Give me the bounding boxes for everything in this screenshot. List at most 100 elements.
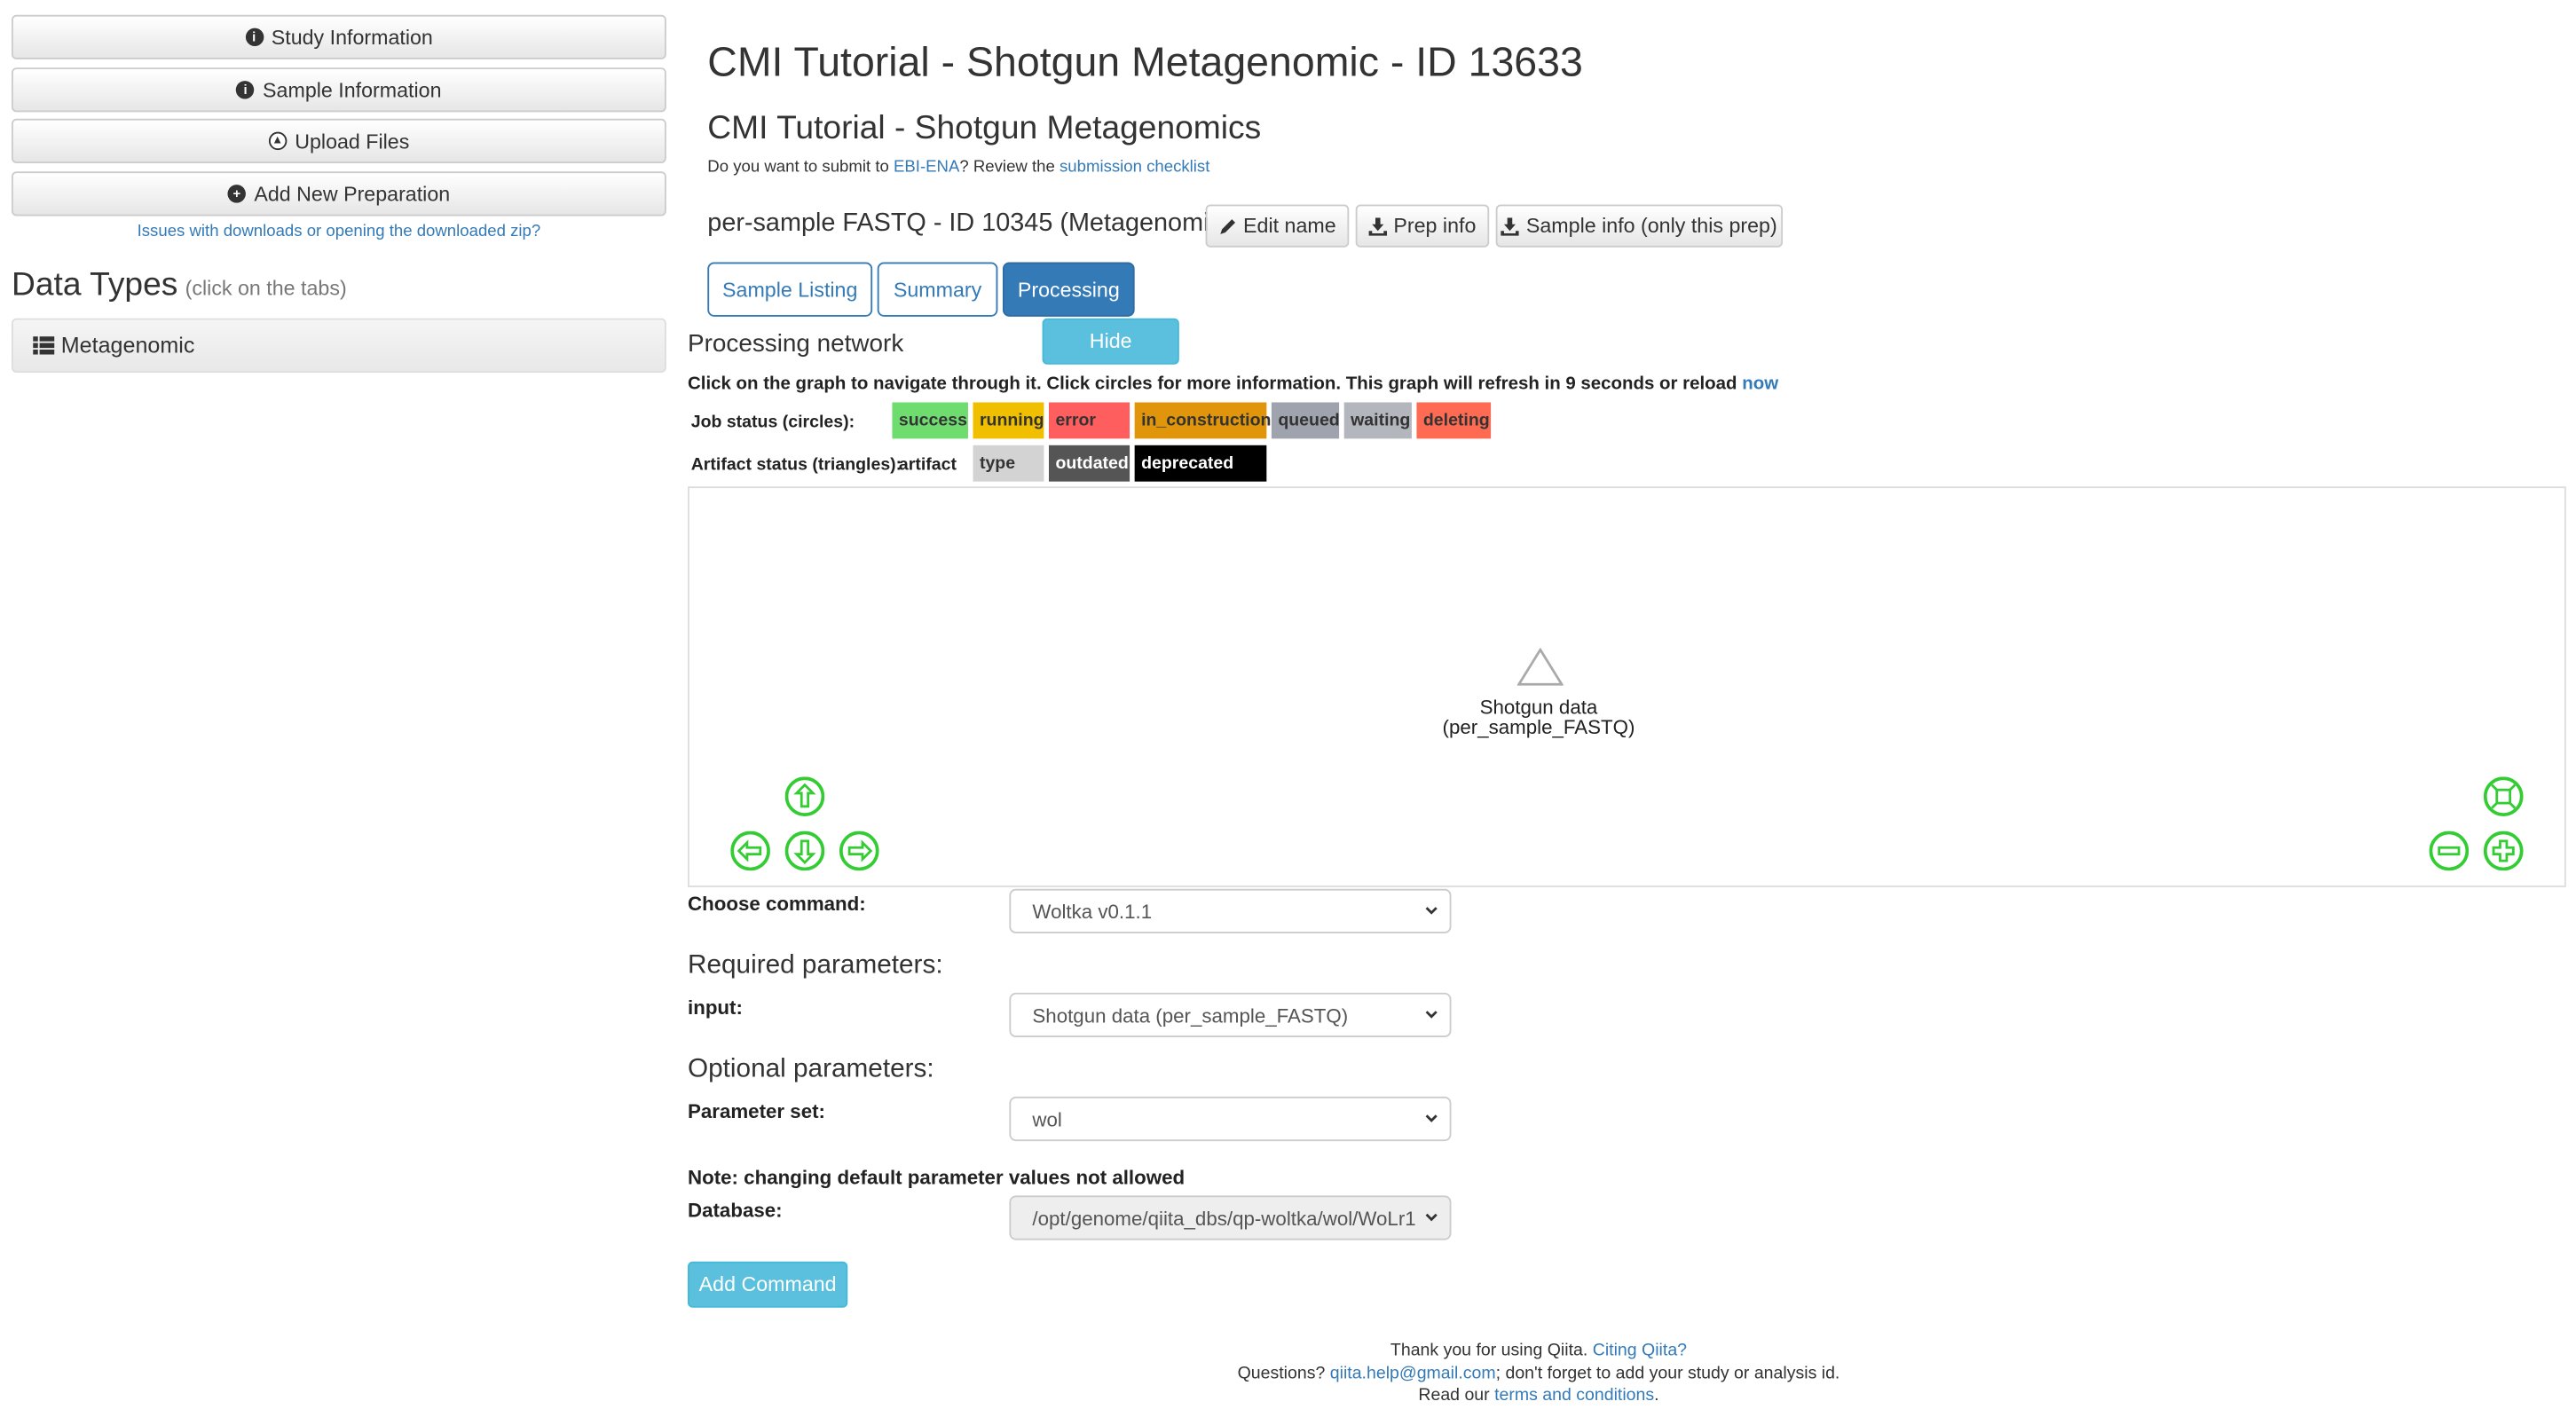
page-title: CMI Tutorial - Shotgun Metagenomic - ID … bbox=[707, 39, 1583, 86]
processing-graph[interactable]: Shotgun data (per_sample_FASTQ) bbox=[687, 486, 2566, 887]
pan-up-icon[interactable] bbox=[784, 776, 825, 816]
pencil-icon bbox=[1220, 218, 1235, 233]
data-types-hint: (click on the tabs) bbox=[185, 277, 347, 301]
status-in-construction: in_construction bbox=[1134, 402, 1271, 439]
prep-title: per-sample FASTQ - ID 10345 (Metagenomic… bbox=[707, 209, 1231, 238]
hide-label: Hide bbox=[1089, 329, 1132, 353]
parameter-note: Note: changing default parameter values … bbox=[687, 1165, 1186, 1189]
status-deleting: deleting bbox=[1416, 402, 1492, 439]
submit-mid: ? Review the bbox=[959, 158, 1055, 177]
database-select[interactable]: /opt/genome/qiita_dbs/qp-woltka/wol/WoLr… bbox=[1009, 1195, 1452, 1240]
parameter-set-value: wol bbox=[1032, 1106, 1062, 1131]
chevron-down-icon bbox=[1425, 907, 1438, 915]
status-queued: queued bbox=[1271, 402, 1340, 439]
reload-now-link[interactable]: now bbox=[1742, 374, 1778, 394]
artifact-type: type bbox=[973, 445, 1044, 482]
footer-period: . bbox=[1654, 1385, 1659, 1405]
plus-circle-icon: + bbox=[227, 185, 247, 203]
pan-right-icon[interactable] bbox=[839, 831, 879, 871]
sample-information-button[interactable]: i Sample Information bbox=[12, 67, 666, 113]
prep-info-button[interactable]: Prep info bbox=[1355, 204, 1490, 248]
tab-processing-label: Processing bbox=[1017, 278, 1120, 302]
required-parameters-title: Required parameters: bbox=[687, 951, 943, 980]
ebi-ena-link[interactable]: EBI-ENA bbox=[894, 158, 959, 176]
add-new-preparation-button[interactable]: + Add New Preparation bbox=[12, 171, 666, 217]
terms-link[interactable]: terms and conditions bbox=[1494, 1385, 1654, 1405]
status-success: success bbox=[892, 402, 968, 439]
study-title: CMI Tutorial - Shotgun Metagenomics bbox=[707, 110, 1262, 147]
tab-sample-listing-label: Sample Listing bbox=[722, 278, 858, 302]
citing-qiita-link[interactable]: Citing Qiita? bbox=[1593, 1341, 1687, 1360]
study-information-label: Study Information bbox=[271, 25, 433, 49]
data-types-heading: Data Types (click on the tabs) bbox=[12, 267, 347, 305]
add-new-preparation-label: Add New Preparation bbox=[254, 182, 451, 206]
upload-files-label: Upload Files bbox=[295, 129, 410, 153]
graph-instructions: Click on the graph to navigate through i… bbox=[688, 374, 1778, 394]
artifact-deprecated: deprecated bbox=[1134, 445, 1267, 482]
tab-sample-listing[interactable]: Sample Listing bbox=[707, 262, 873, 317]
input-select[interactable]: Shotgun data (per_sample_FASTQ) bbox=[1009, 992, 1452, 1037]
job-status-label: Job status (circles): bbox=[690, 412, 855, 432]
database-value: /opt/genome/qiita_dbs/qp-woltka/wol/WoLr… bbox=[1032, 1206, 1416, 1230]
status-running: running bbox=[973, 402, 1044, 439]
footer-questions-line: Questions? qiita.help@gmail.com; don't f… bbox=[688, 1364, 2390, 1383]
parameter-set-select[interactable]: wol bbox=[1009, 1096, 1452, 1142]
command-select-value: Woltka v0.1.1 bbox=[1032, 899, 1153, 923]
hide-button[interactable]: Hide bbox=[1042, 318, 1179, 365]
submit-prefix: Do you want to submit to bbox=[707, 158, 889, 177]
add-command-button[interactable]: Add Command bbox=[687, 1261, 848, 1308]
list-icon bbox=[33, 336, 55, 355]
zoom-out-icon[interactable] bbox=[2429, 831, 2470, 871]
tab-summary-label: Summary bbox=[893, 278, 982, 302]
study-information-button[interactable]: i Study Information bbox=[12, 14, 666, 59]
add-command-label: Add Command bbox=[698, 1272, 837, 1296]
zoom-fit-icon[interactable] bbox=[2483, 776, 2524, 816]
artifact-status-label: Artifact status (triangles): bbox=[690, 454, 902, 476]
optional-parameters-title: Optional parameters: bbox=[687, 1055, 934, 1084]
chevron-down-icon bbox=[1425, 1011, 1438, 1019]
download-icon bbox=[1501, 217, 1520, 235]
submission-checklist-link[interactable]: submission checklist bbox=[1060, 158, 1209, 176]
prep-info-label: Prep info bbox=[1393, 214, 1477, 238]
artifact-word: artifact bbox=[898, 454, 957, 476]
artifact-triangle-node[interactable] bbox=[1516, 648, 1564, 688]
zoom-in-icon[interactable] bbox=[2483, 831, 2524, 871]
tab-processing[interactable]: Processing bbox=[1002, 262, 1135, 317]
info-icon: i bbox=[245, 28, 264, 47]
info-icon: i bbox=[236, 81, 255, 99]
footer-thanks: Thank you for using Qiita. bbox=[1390, 1340, 1588, 1361]
data-types-title: Data Types bbox=[12, 267, 178, 303]
sample-info-label: Sample info (only this prep) bbox=[1525, 214, 1777, 238]
sample-info-button[interactable]: Sample info (only this prep) bbox=[1495, 204, 1784, 248]
data-type-label: Metagenomic bbox=[60, 333, 195, 358]
chevron-down-icon bbox=[1425, 1213, 1438, 1222]
chevron-down-icon bbox=[1425, 1114, 1438, 1122]
artifact-outdated: outdated bbox=[1049, 445, 1130, 482]
artifact-node-label: Shotgun data (per_sample_FASTQ) bbox=[1442, 696, 1635, 739]
sample-information-label: Sample Information bbox=[263, 78, 442, 102]
issues-download-link[interactable]: Issues with downloads or opening the dow… bbox=[12, 223, 666, 240]
status-waiting: waiting bbox=[1343, 402, 1412, 439]
data-type-metagenomic[interactable]: Metagenomic bbox=[12, 318, 666, 374]
tab-summary[interactable]: Summary bbox=[877, 262, 998, 317]
page-root: i Study Information i Sample Information… bbox=[0, 0, 2576, 1425]
choose-command-label: Choose command: bbox=[687, 892, 866, 916]
upload-files-button[interactable]: ▲ Upload Files bbox=[12, 118, 666, 163]
upload-icon: ▲ bbox=[268, 131, 287, 151]
instructions-text: Click on the graph to navigate through i… bbox=[687, 374, 1737, 395]
parameter-set-label: Parameter set: bbox=[687, 1099, 825, 1123]
input-select-value: Shotgun data (per_sample_FASTQ) bbox=[1032, 1003, 1349, 1027]
help-email-link[interactable]: qiita.help@gmail.com bbox=[1330, 1364, 1496, 1383]
footer-thanks-line: Thank you for using Qiita. Citing Qiita? bbox=[688, 1341, 2390, 1360]
footer-terms-line: Read our terms and conditions. bbox=[688, 1385, 2390, 1405]
status-error: error bbox=[1049, 402, 1130, 439]
processing-network-title: Processing network bbox=[687, 329, 904, 358]
edit-name-button[interactable]: Edit name bbox=[1205, 204, 1350, 248]
pan-down-icon[interactable] bbox=[784, 831, 825, 871]
pan-left-icon[interactable] bbox=[730, 831, 770, 871]
footer-reminder: ; don't forget to add your study or anal… bbox=[1495, 1363, 1840, 1384]
footer-read-our: Read our bbox=[1418, 1385, 1490, 1405]
command-select[interactable]: Woltka v0.1.1 bbox=[1009, 888, 1452, 933]
database-label: Database: bbox=[687, 1199, 783, 1223]
download-icon bbox=[1368, 217, 1387, 235]
